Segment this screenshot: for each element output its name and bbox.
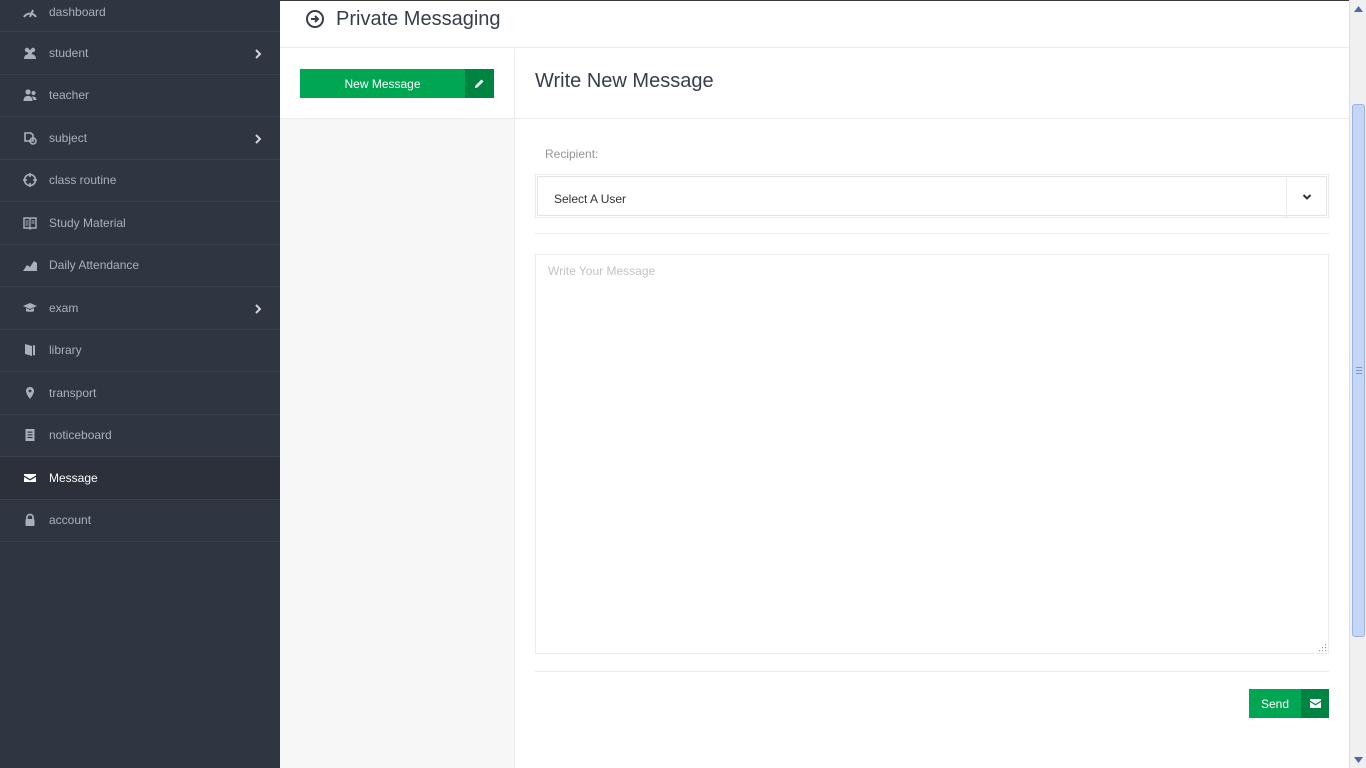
mail-sidebar-panel: New Message: [280, 49, 515, 768]
new-message-button[interactable]: New Message: [300, 69, 494, 98]
divider: [535, 671, 1329, 672]
sidebar-item-teacher[interactable]: teacher: [0, 75, 280, 117]
doc-text-icon: [22, 427, 38, 443]
sidebar-item-label: exam: [49, 300, 79, 315]
send-button[interactable]: Send: [1249, 689, 1329, 718]
target-icon: [22, 172, 38, 188]
sidebar-item-label: transport: [49, 385, 97, 400]
graduation-cap-icon: [22, 300, 38, 316]
sidebar-item-exam[interactable]: exam: [0, 287, 280, 330]
book-open-icon: [22, 215, 38, 231]
sidebar-item-subject[interactable]: subject: [0, 117, 280, 160]
mail-icon: [22, 470, 38, 486]
chart-area-icon: [22, 257, 38, 273]
grip-icon: [1356, 367, 1362, 374]
sidebar-item-label: teacher: [49, 88, 90, 103]
sidebar-item-study-material[interactable]: Study Material: [0, 202, 280, 245]
recipient-label: Recipient:: [545, 147, 599, 161]
sidebar-item-noticeboard[interactable]: noticeboard: [0, 415, 280, 457]
chevron-down-icon[interactable]: [1286, 177, 1326, 217]
right-circled-icon: [305, 9, 325, 29]
resize-grip-icon[interactable]: [1317, 642, 1327, 652]
recipient-select[interactable]: Select A User: [535, 174, 1329, 218]
book-icon: [22, 342, 38, 358]
dashboard-icon: [22, 4, 38, 20]
page-header: Private Messaging: [280, 1, 1349, 48]
recipient-select-value: Select A User: [554, 192, 627, 206]
sidebar-item-label: account: [49, 513, 92, 528]
sidebar-item-label: class routine: [49, 173, 117, 188]
compose-title: Write New Message: [535, 70, 714, 92]
sidebar-item-account[interactable]: account: [0, 500, 280, 542]
main-content: Private Messaging New Message Write New …: [280, 0, 1349, 768]
sidebar-item-label: subject: [49, 130, 88, 145]
sidebar-item-library[interactable]: library: [0, 330, 280, 372]
sidebar-item-daily-attendance[interactable]: Daily Attendance: [0, 245, 280, 287]
compose-header: Write New Message: [515, 49, 1349, 119]
mail-sidebar-header: New Message: [280, 49, 514, 119]
send-label: Send: [1260, 697, 1290, 711]
flow-tree-icon: [22, 130, 38, 146]
message-textarea[interactable]: [535, 254, 1329, 654]
sidebar-item-label: noticeboard: [49, 428, 112, 443]
sidebar-item-label: Study Material: [49, 215, 126, 230]
sidebar-item-label: library: [49, 343, 82, 358]
sidebar-item-transport[interactable]: transport: [0, 372, 280, 415]
vertical-scrollbar[interactable]: [1349, 0, 1366, 768]
pencil-icon: [465, 69, 494, 98]
location-icon: [22, 385, 38, 401]
user-icon: [22, 87, 38, 103]
sidebar-item-dashboard[interactable]: dashboard: [0, 0, 280, 32]
sidebar-item-label: dashboard: [49, 5, 106, 19]
sidebar-item-class-routine[interactable]: class routine: [0, 160, 280, 202]
mail-icon: [1301, 689, 1329, 718]
scroll-up-icon[interactable]: [1350, 0, 1366, 17]
sidebar: dashboard student teacher subject class rout…: [0, 0, 280, 768]
chevron-right-icon: [254, 303, 262, 314]
scrollbar-thumb[interactable]: [1352, 104, 1365, 637]
sidebar-item-student[interactable]: student: [0, 32, 280, 75]
new-message-label: New Message: [344, 76, 421, 91]
divider: [535, 233, 1329, 234]
sidebar-item-label: Daily Attendance: [49, 258, 140, 273]
sidebar-item-message[interactable]: Message: [0, 457, 280, 500]
recipient-select-inner: Select A User: [537, 176, 1327, 217]
sidebar-item-label: Message: [49, 470, 98, 485]
page-title: Private Messaging: [336, 8, 501, 30]
chevron-right-icon: [254, 48, 262, 59]
lock-icon: [22, 512, 38, 528]
scroll-down-icon[interactable]: [1350, 751, 1366, 768]
users-icon: [22, 45, 38, 61]
sidebar-item-label: student: [49, 45, 89, 60]
chevron-right-icon: [254, 133, 262, 144]
